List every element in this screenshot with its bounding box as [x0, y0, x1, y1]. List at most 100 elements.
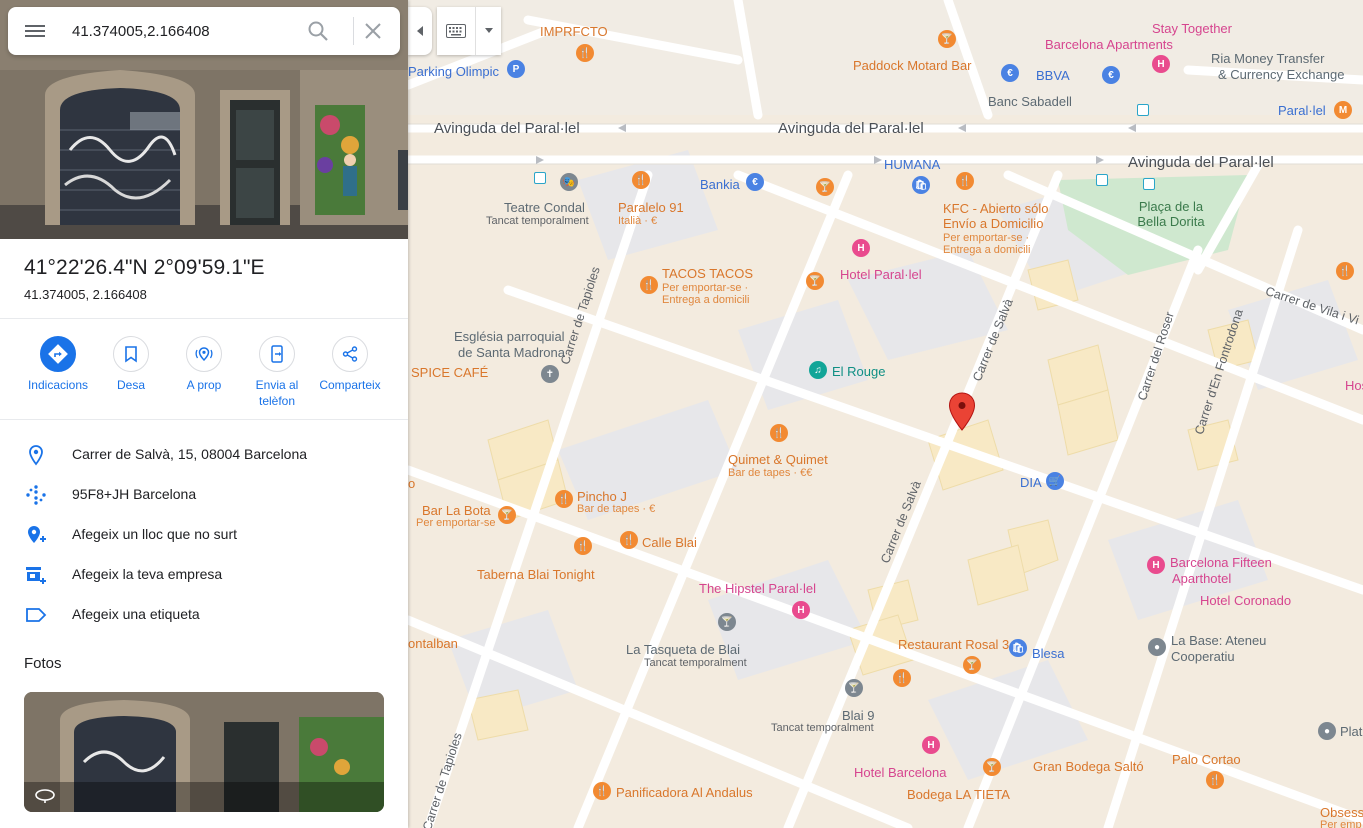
map-poi-kfc-2[interactable]: Envío a Domicilio: [943, 216, 1043, 231]
map-poi-tasqueta[interactable]: La Tasqueta de Blai: [626, 642, 740, 657]
map-poi-banc-sabadell[interactable]: Banc Sabadell: [988, 94, 1072, 109]
nearby-button[interactable]: A prop: [167, 336, 241, 393]
map-poi-calle-blai[interactable]: Calle Blai: [642, 535, 697, 550]
place-pin-icon[interactable]: ●: [1148, 638, 1166, 656]
hotel-pin-icon[interactable]: H: [1147, 556, 1165, 574]
bus-stop-icon[interactable]: [1096, 174, 1108, 186]
map-poi-paralelo91[interactable]: Paralelo 91: [618, 200, 684, 215]
menu-icon[interactable]: [22, 19, 48, 43]
add-label-row[interactable]: Afegeix una etiqueta: [0, 595, 408, 635]
map-poi-blai9[interactable]: Blai 9: [842, 708, 875, 723]
map-poi-fifteen-2[interactable]: Aparthotel: [1172, 571, 1231, 586]
map-poi-fifteen[interactable]: Barcelona Fifteen: [1170, 555, 1272, 570]
input-tools-button[interactable]: [437, 7, 501, 55]
map-poi-blesa[interactable]: Blesa: [1032, 646, 1065, 661]
bus-stop-icon[interactable]: [1137, 104, 1149, 116]
map-poi-la-base-2[interactable]: Cooperatiu: [1171, 649, 1235, 664]
hotel-pin-icon[interactable]: H: [1152, 55, 1170, 73]
map-poi-bar-la-bota[interactable]: Bar La Bota: [422, 503, 491, 518]
map-poi-paralel-metro[interactable]: Paral·lel: [1278, 103, 1326, 118]
add-business-row[interactable]: Afegeix la teva empresa: [0, 555, 408, 595]
map-poi-montalban[interactable]: ontalban: [408, 636, 458, 651]
search-input[interactable]: [72, 17, 292, 45]
map-poi-quimet[interactable]: Quimet & Quimet: [728, 452, 828, 467]
map-poi-pincho-j[interactable]: Pincho J: [577, 489, 627, 504]
bar-pin-icon[interactable]: 🍸: [983, 758, 1001, 776]
bar-pin-icon[interactable]: 🍸: [718, 613, 736, 631]
map-poi-humana[interactable]: HUMANA: [884, 157, 940, 172]
bus-stop-icon[interactable]: [1143, 178, 1155, 190]
map-poi-currency-exchange[interactable]: & Currency Exchange: [1218, 67, 1344, 82]
save-button[interactable]: Desa: [94, 336, 168, 393]
theater-pin-icon[interactable]: 🎭: [560, 173, 578, 191]
map-poi-ria-money[interactable]: Ria Money Transfer: [1211, 51, 1324, 66]
map-poi-obsessio[interactable]: Obsessio: [1320, 805, 1363, 820]
restaurant-pin-icon[interactable]: 🍴: [1336, 262, 1354, 280]
hotel-pin-icon[interactable]: H: [922, 736, 940, 754]
place-pin-icon[interactable]: ●: [1318, 722, 1336, 740]
map-poi-hipstel[interactable]: The Hipstel Paral·lel: [699, 581, 816, 596]
map-poi-el-rouge[interactable]: El Rouge: [832, 364, 885, 379]
church-pin-icon[interactable]: ✝: [541, 365, 559, 383]
restaurant-pin-icon[interactable]: 🍴: [576, 44, 594, 62]
map-poi-imprfcto[interactable]: IMPRFCTO: [540, 24, 608, 39]
map-poi-esglesia[interactable]: Església parroquial: [454, 329, 565, 344]
close-icon[interactable]: [361, 19, 385, 43]
restaurant-pin-icon[interactable]: 🍴: [593, 782, 611, 800]
map-park-bella-dorita[interactable]: Plaça de la Bella Dorita: [1131, 199, 1211, 229]
bar-pin-icon[interactable]: 🍸: [963, 656, 981, 674]
map-poi-taberna[interactable]: Taberna Blai Tonight: [477, 567, 595, 582]
map-poi-bankia[interactable]: Bankia: [700, 177, 740, 192]
add-missing-place-row[interactable]: Afegeix un lloc que no surt: [0, 515, 408, 555]
map-poi-dia[interactable]: DIA: [1020, 475, 1042, 490]
bar-pin-icon[interactable]: ♫: [809, 361, 827, 379]
restaurant-pin-icon[interactable]: 🍴: [640, 276, 658, 294]
collapse-panel-button[interactable]: [408, 7, 432, 55]
map-canvas[interactable]: 🍴 IMPRFCTO Stay Together Barcelona Apart…: [408, 0, 1363, 828]
restaurant-pin-icon[interactable]: 🍴: [632, 171, 650, 189]
map-poi-parking[interactable]: Parking Olimpic: [408, 64, 499, 79]
restaurant-pin-icon[interactable]: 🍴: [574, 537, 592, 555]
map-poi-kfc[interactable]: KFC - Abierto sólo: [943, 201, 1049, 216]
map-poi-bodega-tieta[interactable]: Bodega LA TIETA: [907, 787, 1010, 802]
map-poi-plat[interactable]: Plat: [1340, 724, 1362, 739]
send-to-phone-button[interactable]: Envia al telèfon: [240, 336, 314, 409]
bar-pin-icon[interactable]: 🍸: [498, 506, 516, 524]
map-poi-hotel-barcelona[interactable]: Hotel Barcelona: [854, 765, 947, 780]
photo-thumbnail[interactable]: [24, 692, 384, 812]
map-poi-palo-cortao[interactable]: Palo Cortao: [1172, 752, 1241, 767]
bar-pin-icon[interactable]: 🍸: [816, 178, 834, 196]
map-poi-esglesia-2[interactable]: de Santa Madrona: [458, 345, 565, 360]
parking-pin-icon[interactable]: P: [507, 60, 525, 78]
restaurant-pin-icon[interactable]: 🍴: [956, 172, 974, 190]
selected-location-marker-icon[interactable]: [948, 392, 976, 432]
restaurant-pin-icon[interactable]: 🍴: [555, 490, 573, 508]
map-poi-barcelona-apartments[interactable]: Barcelona Apartments: [1045, 37, 1173, 52]
plus-code-row[interactable]: 95F8+JH Barcelona: [0, 475, 408, 515]
map-poi-bbva[interactable]: BBVA: [1036, 68, 1070, 83]
map-poi-spice-cafe[interactable]: SPICE CAFÉ: [411, 365, 488, 380]
metro-icon[interactable]: M: [1334, 101, 1352, 119]
bank-pin-icon[interactable]: €: [746, 173, 764, 191]
map-poi-la-base[interactable]: La Base: Ateneu: [1171, 633, 1266, 648]
restaurant-pin-icon[interactable]: 🍴: [1206, 771, 1224, 789]
map-poi-hotel-paralel[interactable]: Hotel Paral·lel: [840, 267, 922, 282]
map-poi-panificadora[interactable]: Panificadora Al Andalus: [616, 785, 753, 800]
hotel-pin-icon[interactable]: H: [852, 239, 870, 257]
directions-button[interactable]: Indicacions: [21, 336, 95, 393]
shop-pin-icon[interactable]: 🛍: [912, 176, 930, 194]
restaurant-pin-icon[interactable]: 🍴: [620, 531, 638, 549]
address-row[interactable]: Carrer de Salvà, 15, 08004 Barcelona: [0, 435, 408, 475]
map-poi-stay-together[interactable]: Stay Together: [1152, 21, 1232, 36]
bus-stop-icon[interactable]: [534, 172, 546, 184]
shop-pin-icon[interactable]: 🛍: [1009, 639, 1027, 657]
bank-pin-icon[interactable]: €: [1001, 64, 1019, 82]
share-button[interactable]: Comparteix: [313, 336, 387, 393]
bar-pin-icon[interactable]: 🍸: [806, 272, 824, 290]
map-poi-tacos-tacos[interactable]: TACOS TACOS: [662, 266, 753, 281]
restaurant-pin-icon[interactable]: 🍴: [893, 669, 911, 687]
map-poi-gran-bodega[interactable]: Gran Bodega Saltó: [1033, 759, 1144, 774]
bar-pin-icon[interactable]: 🍸: [845, 679, 863, 697]
map-poi-paddock[interactable]: Paddock Motard Bar: [853, 58, 972, 73]
map-poi-teatre-condal[interactable]: Teatre Condal: [504, 200, 585, 215]
